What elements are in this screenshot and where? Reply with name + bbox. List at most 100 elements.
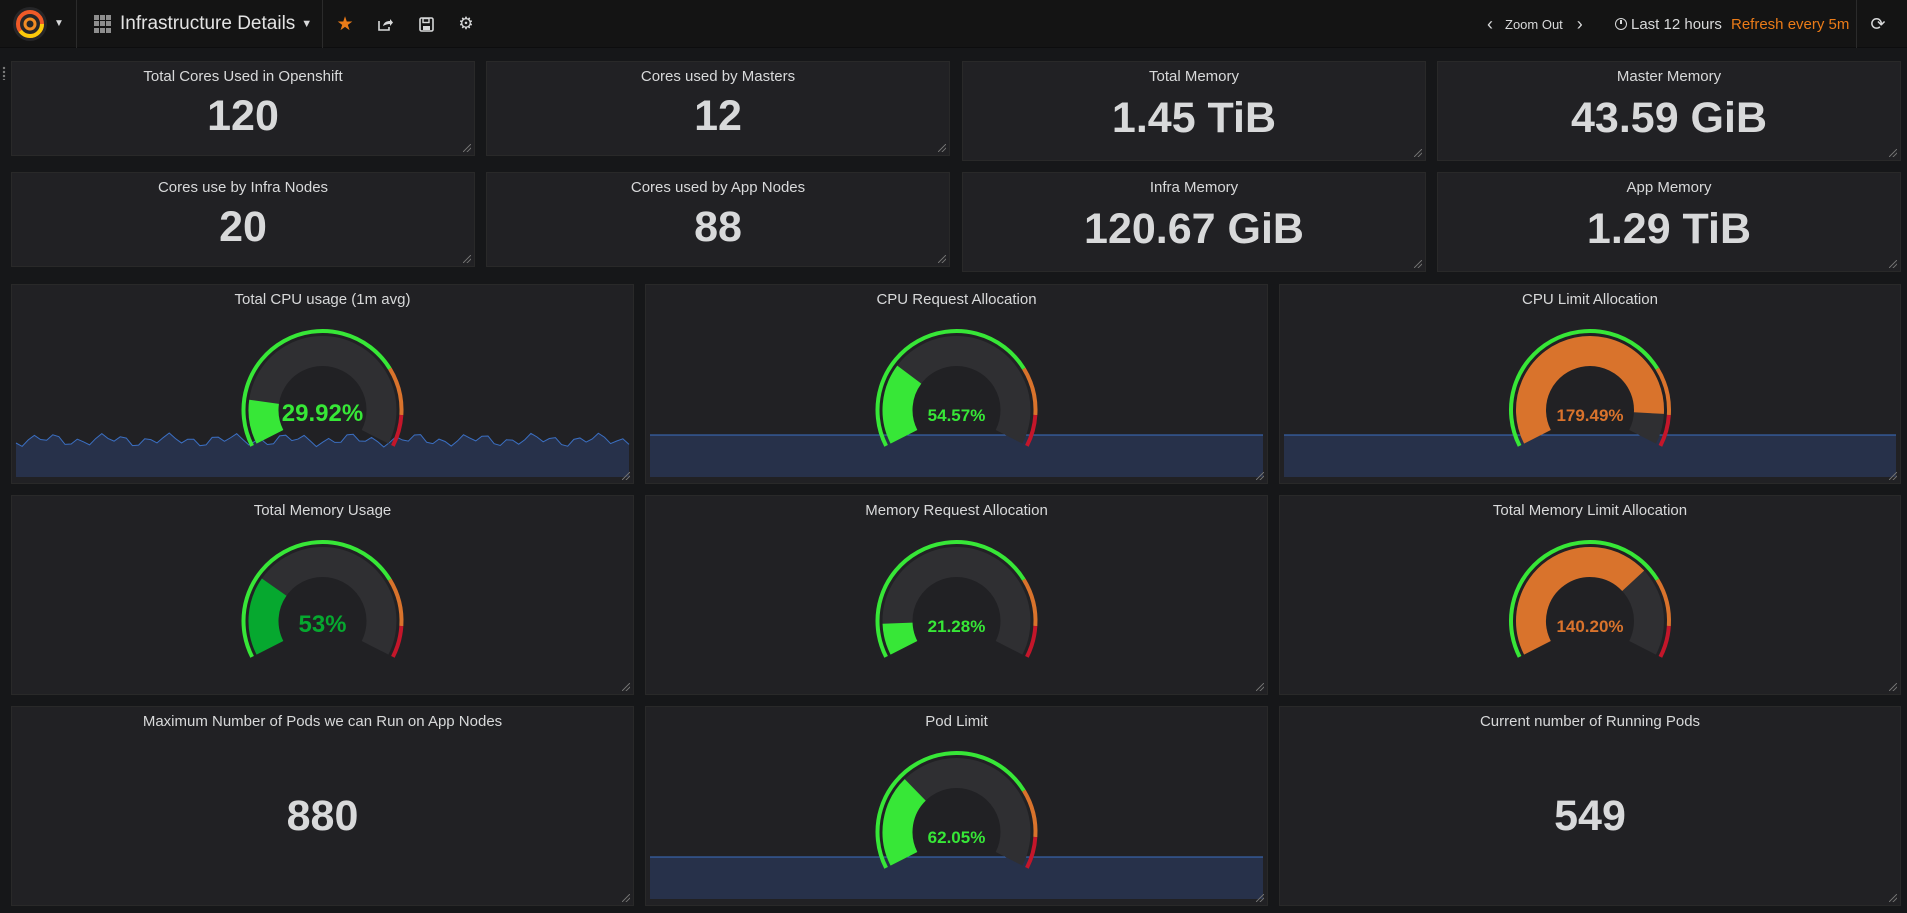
sparkline-area — [650, 857, 1263, 899]
resize-handle-icon[interactable] — [463, 255, 471, 263]
nav-divider — [322, 0, 323, 48]
gauge-value-arc — [248, 578, 287, 655]
panel-title: Current number of Running Pods — [1479, 713, 1701, 730]
panel-title: Cores use by Infra Nodes — [157, 179, 329, 196]
nav-divider — [1856, 0, 1857, 48]
gauge-value-arc — [882, 779, 927, 866]
grafana-logo-icon[interactable] — [12, 6, 48, 42]
resize-handle-icon[interactable] — [1414, 149, 1422, 157]
resize-handle-icon[interactable] — [1889, 260, 1897, 268]
refresh-interval-picker[interactable]: Refresh every 5m — [1731, 0, 1849, 48]
dashboard-picker[interactable]: Infrastructure Details ▼ — [94, 12, 312, 36]
logo-menu-caret-icon[interactable]: ▼ — [54, 18, 64, 29]
gauge-svg: 62.05% — [650, 750, 1263, 899]
resize-handle-icon[interactable] — [1889, 683, 1897, 691]
panel-title: CPU Limit Allocation — [1522, 291, 1658, 308]
clock-icon — [1615, 18, 1627, 30]
sparkline-area — [1284, 435, 1896, 477]
resize-handle-icon[interactable] — [622, 472, 630, 480]
stat-value: 549 — [1554, 792, 1626, 840]
settings-gear-icon[interactable]: ⚙ — [456, 14, 476, 34]
gauge-svg: 54.57% — [650, 328, 1263, 477]
gauge-panel-memory-limit[interactable]: 140.20% Total Memory Limit Allocation — [1279, 495, 1901, 695]
gauge-value-arc — [882, 365, 922, 444]
resize-handle-icon[interactable] — [622, 894, 630, 902]
resize-handle-icon[interactable] — [463, 144, 471, 152]
stat-value: 120.67 GiB — [1084, 205, 1304, 253]
stat-panel-total-cores[interactable]: Total Cores Used in Openshift 120 — [11, 61, 475, 156]
panel-title: Maximum Number of Pods we can Run on App… — [142, 713, 503, 730]
resize-handle-icon[interactable] — [1889, 894, 1897, 902]
resize-handle-icon[interactable] — [1256, 472, 1264, 480]
stat-value: 880 — [286, 792, 359, 840]
panel-title: App Memory — [1626, 179, 1712, 196]
stat-panel-master-cores[interactable]: Cores used by Masters 12 — [486, 61, 950, 156]
dashboard-grid-icon — [94, 15, 112, 33]
save-icon[interactable] — [416, 14, 436, 34]
panel-title: Pod Limit — [925, 713, 988, 730]
panel-title: Total CPU usage (1m avg) — [234, 291, 411, 308]
time-controls: ‹ Zoom Out › — [1487, 0, 1583, 48]
resize-handle-icon[interactable] — [938, 255, 946, 263]
chevron-down-icon: ▼ — [301, 18, 313, 30]
stat-value: 120 — [207, 92, 279, 140]
gauge-panel-memory-usage[interactable]: 53% Total Memory Usage — [11, 495, 634, 695]
gauge-panel-memory-request[interactable]: 21.28% Memory Request Allocation — [645, 495, 1268, 695]
gauge-svg: 53% — [241, 539, 404, 658]
gauge-value-text: 140.20% — [1556, 617, 1623, 636]
stat-value: 43.59 GiB — [1571, 94, 1767, 142]
stat-panel-app-memory[interactable]: App Memory 1.29 TiB — [1437, 172, 1901, 272]
chevron-right-icon[interactable]: › — [1577, 14, 1583, 35]
time-range-label: Last 12 hours — [1631, 15, 1722, 33]
share-icon[interactable] — [375, 14, 395, 34]
gauge-panel-pod-limit[interactable]: 62.05% Pod Limit — [645, 706, 1268, 906]
sparkline-area — [16, 433, 629, 477]
stat-value: 88 — [694, 203, 742, 251]
time-range-picker[interactable]: Last 12 hours — [1615, 0, 1722, 48]
resize-handle-icon[interactable] — [938, 144, 946, 152]
stat-panel-running-pods[interactable]: Current number of Running Pods 549 — [1279, 706, 1901, 906]
resize-handle-icon[interactable] — [1889, 149, 1897, 157]
stat-value: 1.29 TiB — [1586, 205, 1752, 253]
gauge-svg: 21.28% — [875, 539, 1038, 658]
stat-panel-infra-memory[interactable]: Infra Memory 120.67 GiB — [962, 172, 1426, 272]
stat-value: 20 — [219, 203, 267, 251]
resize-handle-icon[interactable] — [1414, 260, 1422, 268]
stat-panel-master-memory[interactable]: Master Memory 43.59 GiB — [1437, 61, 1901, 161]
gauge-value-text: 62.05% — [928, 828, 986, 847]
row-drag-handle[interactable] — [2, 66, 6, 80]
resize-handle-icon[interactable] — [1256, 894, 1264, 902]
stat-panel-app-cores[interactable]: Cores used by App Nodes 88 — [486, 172, 950, 267]
gauge-panel-cpu-request[interactable]: 54.57% CPU Request Allocation — [645, 284, 1268, 484]
panel-title: Total Memory — [1148, 68, 1240, 85]
gauge-panel-cpu-usage[interactable]: 29.92% Total CPU usage (1m avg) — [11, 284, 634, 484]
top-navbar: ▼ Infrastructure Details ▼ ★ ⚙ ‹ Zoom Ou… — [0, 0, 1907, 48]
zoom-out-button[interactable]: Zoom Out — [1505, 17, 1563, 32]
gauge-value-text: 54.57% — [928, 406, 986, 425]
nav-divider — [76, 0, 77, 48]
resize-handle-icon[interactable] — [1256, 683, 1264, 691]
stat-panel-infra-cores[interactable]: Cores use by Infra Nodes 20 — [11, 172, 475, 267]
refresh-icon[interactable]: ⟳ — [1868, 14, 1888, 34]
stat-panel-max-pods[interactable]: Maximum Number of Pods we can Run on App… — [11, 706, 634, 906]
chevron-left-icon[interactable]: ‹ — [1487, 14, 1493, 35]
resize-handle-icon[interactable] — [1889, 472, 1897, 480]
gauge-svg: 140.20% — [1508, 539, 1671, 658]
gauge-panel-cpu-limit[interactable]: 179.49% CPU Limit Allocation — [1279, 284, 1901, 484]
gauge-value-arc — [248, 399, 284, 444]
panel-title: Total Cores Used in Openshift — [143, 68, 343, 85]
sparkline-area — [650, 435, 1263, 477]
gauge-svg: 179.49% — [1284, 328, 1896, 477]
panel-title: Infra Memory — [1149, 179, 1239, 196]
gauge-value-text: 53% — [298, 611, 346, 638]
stat-value: 1.45 TiB — [1111, 94, 1277, 142]
panel-title: Cores used by App Nodes — [630, 179, 806, 196]
resize-handle-icon[interactable] — [622, 683, 630, 691]
panel-title: Master Memory — [1616, 68, 1722, 85]
stat-panel-total-memory[interactable]: Total Memory 1.45 TiB — [962, 61, 1426, 161]
star-icon[interactable]: ★ — [335, 14, 355, 35]
gauge-svg: 29.92% — [15, 328, 630, 477]
gauge-value-text: 21.28% — [928, 617, 986, 636]
panel-title: Total Memory Usage — [253, 502, 392, 519]
gauge-value-arc — [882, 621, 918, 655]
